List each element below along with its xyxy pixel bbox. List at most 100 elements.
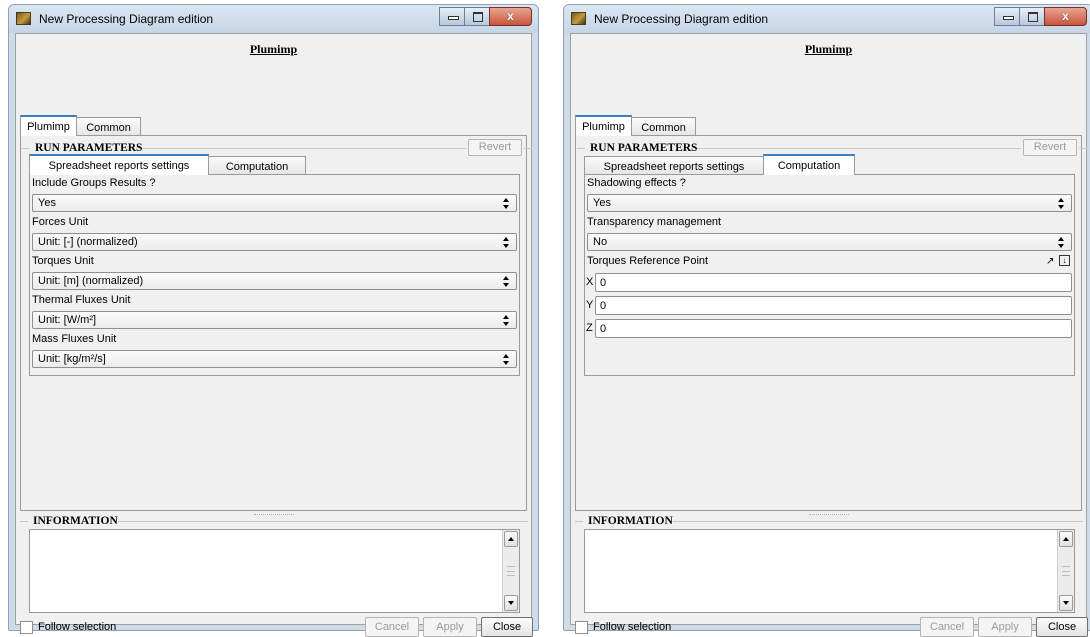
section-divider — [673, 521, 1083, 522]
transparency-management-select[interactable]: No — [587, 233, 1072, 251]
revert-button[interactable]: Revert — [1023, 139, 1077, 156]
spin-arrows-icon — [1058, 198, 1065, 209]
maximize-button[interactable] — [1019, 7, 1045, 26]
transparency-management-value: No — [593, 236, 608, 248]
close-button[interactable]: Close — [1036, 617, 1088, 637]
z-coordinate-input[interactable]: 0 — [595, 319, 1072, 338]
minimize-button[interactable] — [994, 7, 1020, 26]
pick-point-button[interactable]: ↗ ↓ — [1046, 255, 1070, 267]
tab-plumimp[interactable]: Plumimp — [575, 115, 632, 136]
window-title: New Processing Diagram edition — [39, 12, 214, 26]
app-icon — [16, 12, 31, 25]
thermal-fluxes-unit-label: Thermal Fluxes Unit — [32, 294, 131, 306]
tab-computation[interactable]: Computation — [208, 156, 306, 176]
section-divider — [524, 148, 532, 149]
section-divider — [577, 148, 585, 149]
section-divider — [142, 148, 466, 149]
computation-pane: Shadowing effects ? Yes Transparency man… — [584, 174, 1075, 376]
torques-reference-point-label: Torques Reference Point — [587, 255, 709, 267]
mass-fluxes-unit-select[interactable]: Unit: [kg/m²/s] — [32, 350, 517, 368]
include-groups-select[interactable]: Yes — [32, 194, 517, 212]
information-title: INFORMATION — [30, 515, 121, 527]
section-divider — [118, 521, 528, 522]
run-parameters-title: RUN PARAMETERS — [587, 142, 701, 154]
dialog-window-computation: New Processing Diagram edition x Plumimp… — [563, 4, 1090, 637]
tab-common[interactable]: Common — [76, 117, 141, 137]
curve-icon: ↗ — [1046, 256, 1055, 267]
x-coordinate-input[interactable]: 0 — [595, 273, 1072, 292]
information-text-area[interactable] — [29, 529, 520, 613]
splitter-handle[interactable] — [808, 514, 849, 515]
revert-button[interactable]: Revert — [468, 139, 522, 156]
forces-unit-value: Unit: [-] (normalized) — [38, 236, 138, 248]
mass-fluxes-unit-value: Unit: [kg/m²/s] — [38, 353, 106, 365]
spreadsheet-settings-pane: Include Groups Results ? Yes Forces Unit… — [29, 174, 520, 376]
torques-unit-select[interactable]: Unit: [m] (normalized) — [32, 272, 517, 290]
cancel-button[interactable]: Cancel — [365, 617, 419, 637]
scroll-up-button[interactable] — [1059, 531, 1073, 547]
apply-button[interactable]: Apply — [423, 617, 477, 637]
page-title: Plumimp — [804, 42, 853, 56]
tab-plumimp[interactable]: Plumimp — [20, 115, 77, 136]
thermal-fluxes-unit-select[interactable]: Unit: [W/m²] — [32, 311, 517, 329]
spin-arrows-icon — [503, 276, 510, 287]
information-scrollbar[interactable] — [1057, 530, 1074, 612]
close-window-button[interactable]: x — [489, 7, 532, 26]
apply-button[interactable]: Apply — [978, 617, 1032, 637]
maximize-button[interactable] — [464, 7, 490, 26]
shadowing-effects-value: Yes — [593, 197, 611, 209]
dialog-client: Plumimp Plumimp Common RUN PARAMETERS Re… — [570, 33, 1088, 637]
torques-unit-label: Torques Unit — [32, 255, 94, 267]
minimize-button[interactable] — [439, 7, 465, 26]
transparency-management-label: Transparency management — [587, 216, 722, 228]
section-divider — [22, 148, 30, 149]
torques-unit-value: Unit: [m] (normalized) — [38, 275, 144, 287]
follow-selection-label: Follow selection — [593, 621, 672, 633]
close-icon: x — [1062, 9, 1069, 23]
spin-arrows-icon — [1058, 237, 1065, 248]
close-button[interactable]: Close — [481, 617, 533, 637]
mass-fluxes-unit-label: Mass Fluxes Unit — [32, 333, 117, 345]
scroll-down-button[interactable] — [504, 595, 518, 611]
page-title: Plumimp — [249, 42, 298, 56]
forces-unit-select[interactable]: Unit: [-] (normalized) — [32, 233, 517, 251]
y-coordinate-input[interactable]: 0 — [595, 296, 1072, 315]
tab-computation[interactable]: Computation — [763, 154, 855, 175]
tab-common[interactable]: Common — [631, 117, 696, 137]
scroll-grip-icon — [1062, 566, 1070, 576]
section-divider — [697, 148, 1021, 149]
section-divider — [20, 521, 28, 522]
splitter-handle[interactable] — [253, 514, 294, 515]
section-divider — [1079, 148, 1087, 149]
close-window-button[interactable]: x — [1044, 7, 1087, 26]
shadowing-effects-select[interactable]: Yes — [587, 194, 1072, 212]
section-divider — [575, 521, 583, 522]
include-groups-value: Yes — [38, 197, 56, 209]
title-bar[interactable]: New Processing Diagram edition x — [9, 5, 538, 33]
cancel-button[interactable]: Cancel — [920, 617, 974, 637]
window-title: New Processing Diagram edition — [594, 12, 769, 26]
spin-arrows-icon — [503, 198, 510, 209]
shadowing-effects-label: Shadowing effects ? — [587, 177, 686, 189]
information-text-area[interactable] — [584, 529, 1075, 613]
scroll-up-button[interactable] — [504, 531, 518, 547]
dialog-client: Plumimp Plumimp Common RUN PARAMETERS Re… — [15, 33, 533, 637]
follow-selection-checkbox[interactable] — [20, 621, 33, 634]
spin-arrows-icon — [503, 315, 510, 326]
close-icon: x — [507, 9, 514, 23]
z-axis-label: Z — [586, 322, 593, 334]
information-scrollbar[interactable] — [502, 530, 519, 612]
thermal-fluxes-unit-value: Unit: [W/m²] — [38, 314, 97, 326]
title-bar[interactable]: New Processing Diagram edition x — [564, 5, 1090, 33]
scroll-down-button[interactable] — [1059, 595, 1073, 611]
import-icon: ↓ — [1059, 255, 1070, 266]
spin-arrows-icon — [503, 354, 510, 365]
tab-spreadsheet-reports-settings[interactable]: Spreadsheet reports settings — [584, 156, 764, 176]
follow-selection-checkbox[interactable] — [575, 621, 588, 634]
spin-arrows-icon — [503, 237, 510, 248]
y-axis-label: Y — [586, 299, 594, 311]
information-title: INFORMATION — [585, 515, 676, 527]
include-groups-label: Include Groups Results ? — [32, 177, 156, 189]
dialog-window-spreadsheet: New Processing Diagram edition x Plumimp… — [8, 4, 539, 637]
tab-spreadsheet-reports-settings[interactable]: Spreadsheet reports settings — [29, 154, 209, 175]
